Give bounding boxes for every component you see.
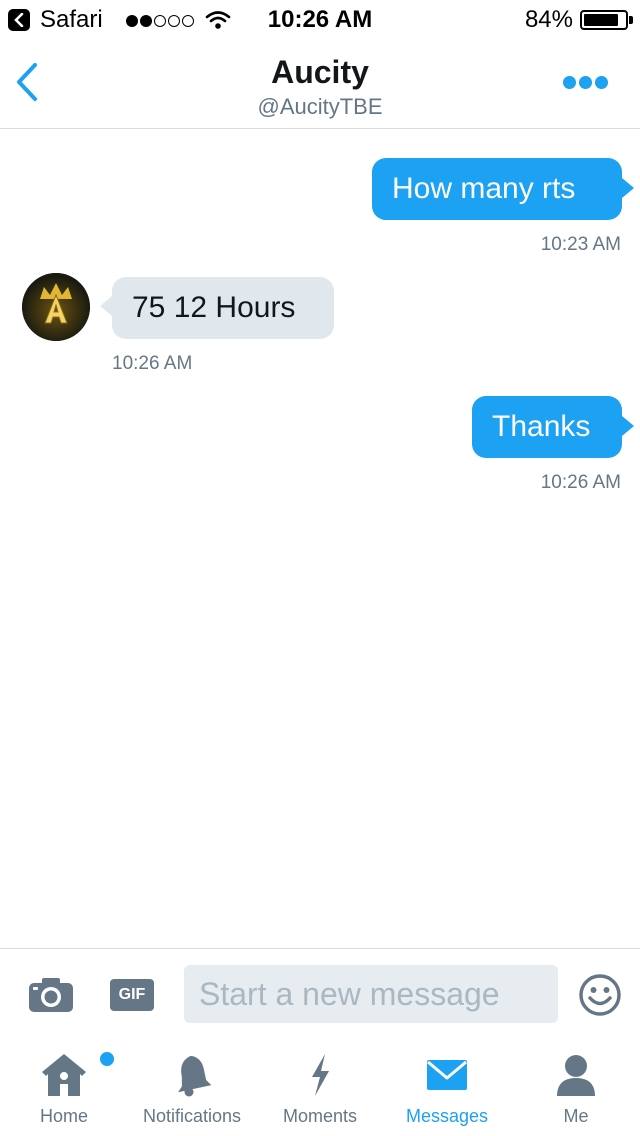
conversation-handle[interactable]: @AucityTBE	[0, 94, 640, 120]
tab-bar: Home Notifications Moments Messages Me	[0, 1040, 640, 1136]
more-options-button[interactable]	[560, 76, 608, 92]
camera-icon[interactable]	[28, 977, 74, 1018]
battery-percent: 84%	[524, 6, 573, 33]
conversation-title[interactable]: Aucity	[0, 54, 640, 91]
battery-nub	[629, 16, 633, 24]
battery-icon	[580, 10, 628, 30]
outgoing-message-bubble[interactable]: How many rts	[372, 158, 622, 220]
outgoing-message-bubble[interactable]: Thanks	[472, 396, 622, 458]
message-timestamp: 10:26 AM	[540, 472, 621, 493]
bell-icon	[128, 1052, 256, 1100]
conversation-header: Aucity @AucityTBE	[0, 40, 640, 129]
incoming-message-bubble[interactable]: 75 12 Hours	[112, 277, 334, 339]
status-bar: Safari 10:26 AM 84%	[0, 0, 640, 40]
tab-label: Notifications	[142, 1106, 242, 1126]
lightning-icon	[266, 1052, 374, 1100]
message-timestamp: 10:26 AM	[112, 353, 193, 374]
tab-label: Messages	[405, 1106, 489, 1126]
sender-avatar[interactable]	[22, 273, 90, 341]
tab-label: Moments	[282, 1106, 358, 1126]
tab-notifications[interactable]: Notifications	[128, 1040, 256, 1136]
person-icon	[536, 1052, 616, 1100]
tab-moments[interactable]: Moments	[266, 1040, 374, 1136]
envelope-icon	[392, 1052, 502, 1100]
tab-label: Home	[39, 1106, 88, 1126]
battery-level	[584, 14, 618, 26]
message-timestamp: 10:23 AM	[540, 234, 621, 255]
tab-label: Me	[563, 1106, 589, 1126]
tab-home[interactable]: Home	[14, 1040, 116, 1136]
bubble-tail	[100, 296, 112, 316]
tab-messages[interactable]: Messages	[392, 1040, 502, 1136]
gif-button[interactable]: GIF	[110, 979, 154, 1011]
home-notification-badge	[98, 1050, 116, 1068]
message-input[interactable]	[184, 965, 558, 1023]
bubble-tail	[622, 178, 634, 198]
tab-me[interactable]: Me	[536, 1040, 616, 1136]
emoji-icon[interactable]	[578, 973, 622, 1022]
compose-bar: GIF	[0, 948, 640, 1041]
bubble-tail	[622, 416, 634, 436]
